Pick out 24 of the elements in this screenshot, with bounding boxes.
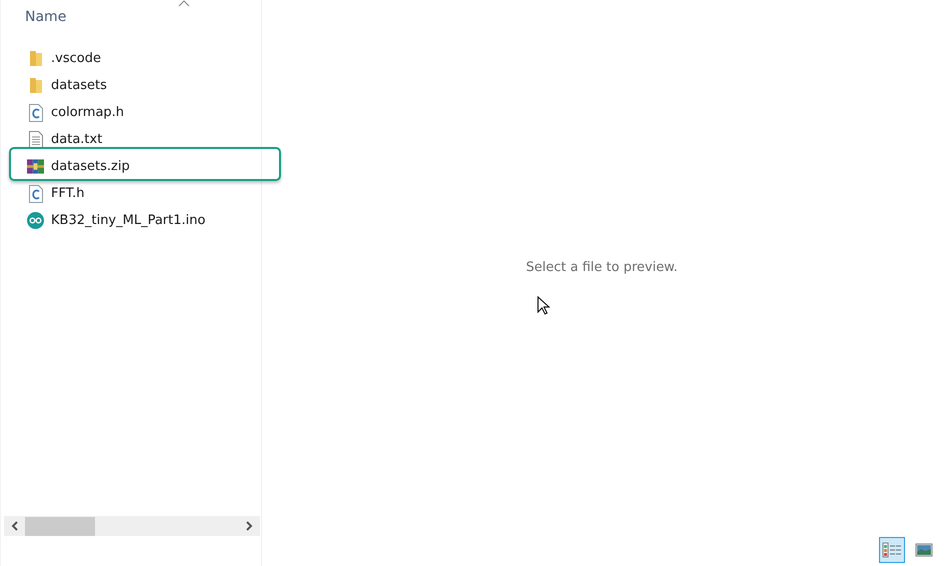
c-file-icon [28,184,42,202]
file-name[interactable]: datasets [51,78,107,93]
text-file-icon [28,130,42,148]
file-name[interactable]: data.txt [51,132,102,147]
archive-icon [27,158,44,175]
scroll-right-icon[interactable] [246,521,253,531]
mouse-cursor-icon [537,296,550,316]
file-name[interactable]: colormap.h [51,105,124,120]
details-list-icon[interactable] [882,541,902,559]
arduino-icon [27,212,44,229]
preview-message: Select a file to preview. [526,260,678,275]
file-name[interactable]: .vscode [51,51,101,66]
name-column-header[interactable]: Name [25,8,66,24]
file-name[interactable]: KB32_tiny_ML_Part1.ino [51,213,206,228]
file-name[interactable]: FFT.h [51,186,84,201]
image-icon[interactable] [915,543,933,557]
scroll-left-icon[interactable] [11,521,18,531]
file-name[interactable]: datasets.zip [51,159,130,174]
c-file-icon [28,104,42,122]
folder-icon [28,50,42,67]
folder-icon [28,77,42,94]
scrollbar-thumb[interactable] [25,516,95,536]
details-view-button[interactable] [879,537,905,563]
horizontal-scrollbar[interactable] [4,516,260,536]
